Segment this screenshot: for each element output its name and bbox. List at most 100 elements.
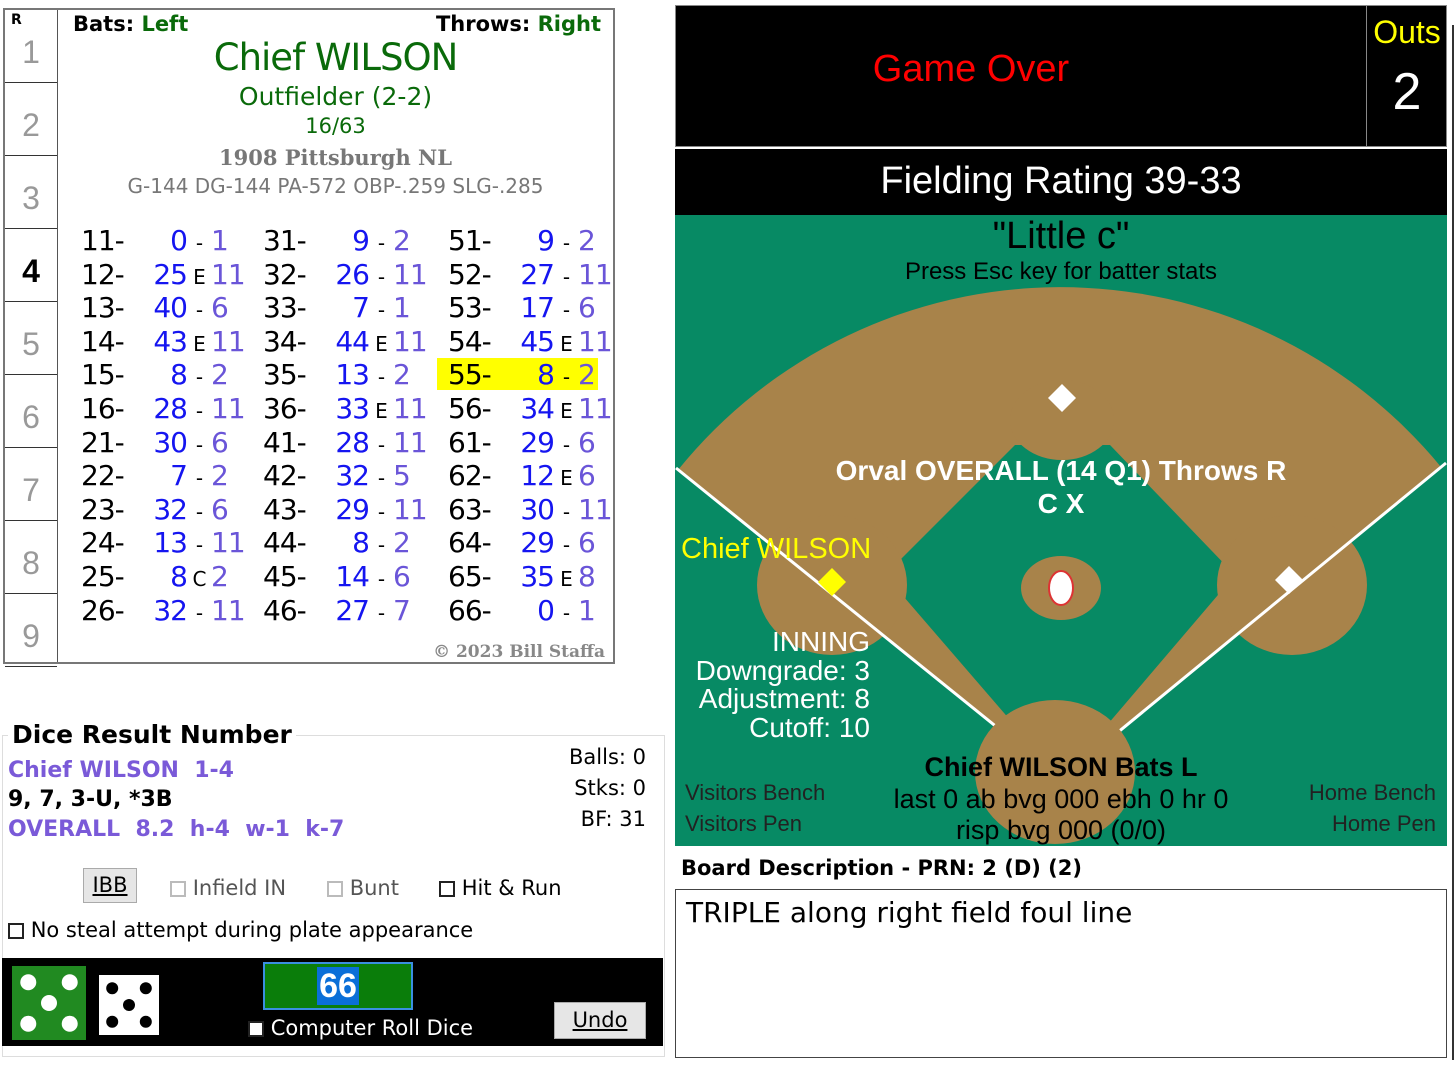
card-separator: E [375, 331, 388, 356]
divider [1366, 6, 1367, 146]
card-value: 28 [335, 425, 370, 459]
grid-entry: 52- 27-11 [448, 258, 618, 291]
grid-entry: 43- 29-11 [263, 492, 433, 526]
roll-number: 55- [448, 358, 492, 392]
home-pen[interactable]: Home Pen [1332, 811, 1436, 837]
esc-hint: Press Esc key for batter stats [904, 258, 1218, 285]
card-separator: E [560, 567, 573, 591]
hit-and-run-checkbox[interactable]: Hit & Run [439, 876, 562, 900]
balls-count: Balls: 0 [569, 745, 646, 769]
card-separator: - [377, 600, 385, 625]
ibb-button[interactable]: IBB [83, 868, 137, 903]
undo-label: Undo [572, 1008, 628, 1032]
card-result: 11 [393, 392, 428, 425]
die-pip [20, 1015, 37, 1032]
adjustment: Adjustment: 8 [698, 683, 870, 714]
card-value: 43 [153, 324, 188, 358]
batter-line: Chief WILSON 1-4 [8, 758, 234, 783]
grid-entry: 62- 12 E 6 [448, 459, 618, 493]
card-result: 1 [578, 593, 596, 627]
visitors-bench[interactable]: Visitors Bench [685, 780, 825, 806]
roll-number: 46- [263, 593, 307, 627]
grid-entry: 61- 29-6 [448, 425, 618, 459]
roll-result-field[interactable]: 66 [263, 962, 413, 1010]
roll-number: 32- [263, 257, 307, 291]
card-result: 2 [393, 224, 411, 257]
die-pip [61, 974, 78, 991]
die-pip [139, 1015, 152, 1028]
card-value: 45 [520, 324, 555, 358]
strikes-count: Stks: 0 [574, 776, 646, 800]
infield-in-checkbox[interactable]: Infield IN [170, 876, 286, 900]
card-separator: - [562, 298, 570, 323]
computer-roll-checkbox[interactable]: Computer Roll Dice [248, 1016, 473, 1040]
no-steal-checkbox[interactable]: No steal attempt during plate appearance [8, 918, 473, 942]
die-green-icon[interactable] [12, 966, 86, 1040]
card-separator: - [562, 499, 570, 524]
card-separator: - [377, 499, 385, 524]
die-pip [106, 982, 119, 995]
row-number: 4 [5, 229, 57, 302]
home-bench[interactable]: Home Bench [1309, 780, 1436, 806]
card-result: 11 [393, 492, 428, 526]
result-line: 9, 7, 3-U, *3B [8, 787, 173, 812]
grid-entry: 64- 29-6 [448, 526, 618, 560]
die-pip [106, 1015, 119, 1028]
roll-number: 43- [263, 492, 307, 526]
card-result: 6 [211, 492, 229, 526]
card-result: 6 [578, 425, 596, 459]
player-ratio: 16/63 [305, 114, 366, 138]
card-value: 26 [335, 257, 370, 291]
roll-number: 22- [81, 459, 125, 493]
grid-entry: 54- 45 E 11 [448, 324, 618, 358]
roll-number: 65- [448, 560, 492, 593]
card-result: 11 [578, 324, 613, 358]
roll-number: 13- [81, 291, 125, 325]
roll-number: 26- [81, 593, 125, 627]
card-separator: - [377, 264, 385, 289]
batters-faced: BF: 31 [580, 807, 646, 831]
card-result: 11 [393, 324, 428, 358]
card-separator: - [195, 365, 203, 390]
card-separator: - [195, 432, 203, 457]
grid-entry: 45- 14-6 [263, 560, 433, 593]
card-result: 6 [578, 291, 596, 325]
grid-entry: 42- 32-5 [263, 459, 433, 492]
card-result: 11 [393, 257, 428, 291]
pitcher-name: Orval OVERALL (14 Q1) Throws R [835, 455, 1287, 486]
row-number: 2 [5, 83, 57, 156]
card-value: 12 [520, 459, 555, 493]
die-white-icon[interactable] [99, 975, 159, 1035]
card-value: 14 [335, 560, 370, 593]
card-value: 29 [520, 425, 555, 459]
card-value: 32 [153, 492, 188, 526]
card-separator: - [377, 231, 385, 255]
baseball-icon [1048, 570, 1074, 606]
grid-entry: 14- 43 E 11 [81, 324, 251, 358]
card-separator: - [377, 432, 385, 457]
park-name: "Little c" [992, 215, 1130, 257]
card-value: 30 [520, 492, 555, 526]
card-result: 11 [578, 392, 613, 425]
runner-third-base[interactable]: Chief WILSON [681, 533, 871, 566]
card-value: 0 [170, 224, 188, 257]
card-result: 2 [578, 358, 596, 392]
grid-entry: 13- 40-6 [81, 291, 251, 325]
roll-number: 45- [263, 560, 307, 593]
roll-number: 14- [81, 324, 125, 358]
undo-button[interactable]: Undo [554, 1002, 646, 1039]
grid-entry: 24- 13-11 [81, 526, 251, 559]
card-result: 2 [578, 224, 596, 257]
card-separator: - [562, 600, 570, 625]
bunt-checkbox[interactable]: Bunt [327, 876, 399, 900]
visitors-pen[interactable]: Visitors Pen [685, 811, 802, 837]
card-result: 2 [211, 358, 229, 392]
roll-number: 21- [81, 425, 125, 459]
card-value: 8 [170, 358, 188, 392]
die-pip [61, 1015, 78, 1032]
card-value: 29 [520, 526, 555, 560]
board-description-text[interactable]: TRIPLE along right field foul line [675, 889, 1447, 1058]
card-separator: - [195, 499, 203, 524]
card-result: 6 [211, 425, 229, 459]
dice-panel-title: Dice Result Number [8, 720, 296, 749]
